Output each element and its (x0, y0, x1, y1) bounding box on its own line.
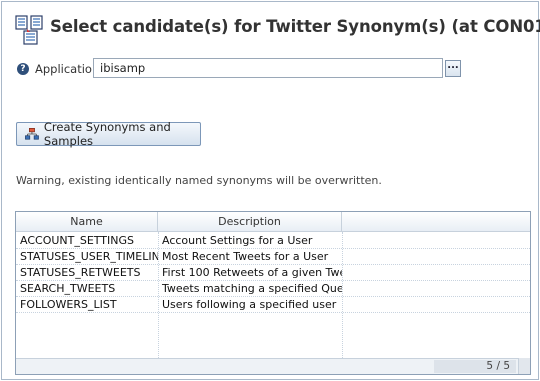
row-name: STATUSES_USER_TIMELINE (20, 250, 158, 263)
application-input[interactable] (93, 58, 443, 78)
grid-body: ACCOUNT_SETTINGS Account Settings for a … (16, 233, 530, 313)
pager-status: 5 / 5 (434, 360, 516, 373)
row-description: Tweets matching a specified Query (162, 282, 342, 295)
create-synonyms-button[interactable]: Create Synonyms and Samples (16, 120, 201, 148)
scrollbar-corner (518, 358, 530, 374)
row-description: Users following a specified user (162, 298, 337, 311)
page-title: Select candidate(s) for Twitter Synonym(… (50, 17, 540, 36)
table-row[interactable]: ACCOUNT_SETTINGS Account Settings for a … (16, 233, 530, 249)
row-name: ACCOUNT_SETTINGS (20, 234, 135, 247)
table-row[interactable]: SEARCH_TWEETS Tweets matching a specifie… (16, 281, 530, 297)
column-header-name[interactable]: Name (16, 212, 158, 232)
row-name: SEARCH_TWEETS (20, 282, 116, 295)
table-row[interactable]: STATUSES_USER_TIMELINE Most Recent Tweet… (16, 249, 530, 265)
browse-button[interactable]: ... (445, 60, 461, 77)
synonym-candidates-icon (15, 15, 45, 45)
row-description: Most Recent Tweets for a User (162, 250, 329, 263)
create-synonyms-label: Create Synonyms and Samples (43, 120, 171, 148)
application-label: Application (35, 62, 100, 76)
overwrite-warning: Warning, existing identically named syno… (16, 174, 382, 187)
question-icon[interactable]: ? (17, 63, 29, 75)
hierarchy-icon (25, 128, 39, 140)
row-name: STATUSES_RETWEETS (20, 266, 141, 279)
row-description: First 100 Retweets of a given Tweet (162, 266, 342, 279)
candidates-grid: Name Description ACCOUNT_SETTINGS Accoun… (15, 211, 531, 375)
grid-footer: 5 / 5 (16, 358, 530, 374)
table-row[interactable]: STATUSES_RETWEETS First 100 Retweets of … (16, 265, 530, 281)
row-name: FOLLOWERS_LIST (20, 298, 117, 311)
dialog-frame: Select candidate(s) for Twitter Synonym(… (1, 1, 540, 380)
row-description: Account Settings for a User (162, 234, 313, 247)
table-row[interactable]: FOLLOWERS_LIST Users following a specifi… (16, 297, 530, 313)
column-header-description[interactable]: Description (158, 212, 342, 232)
grid-header: Name Description (16, 212, 530, 232)
